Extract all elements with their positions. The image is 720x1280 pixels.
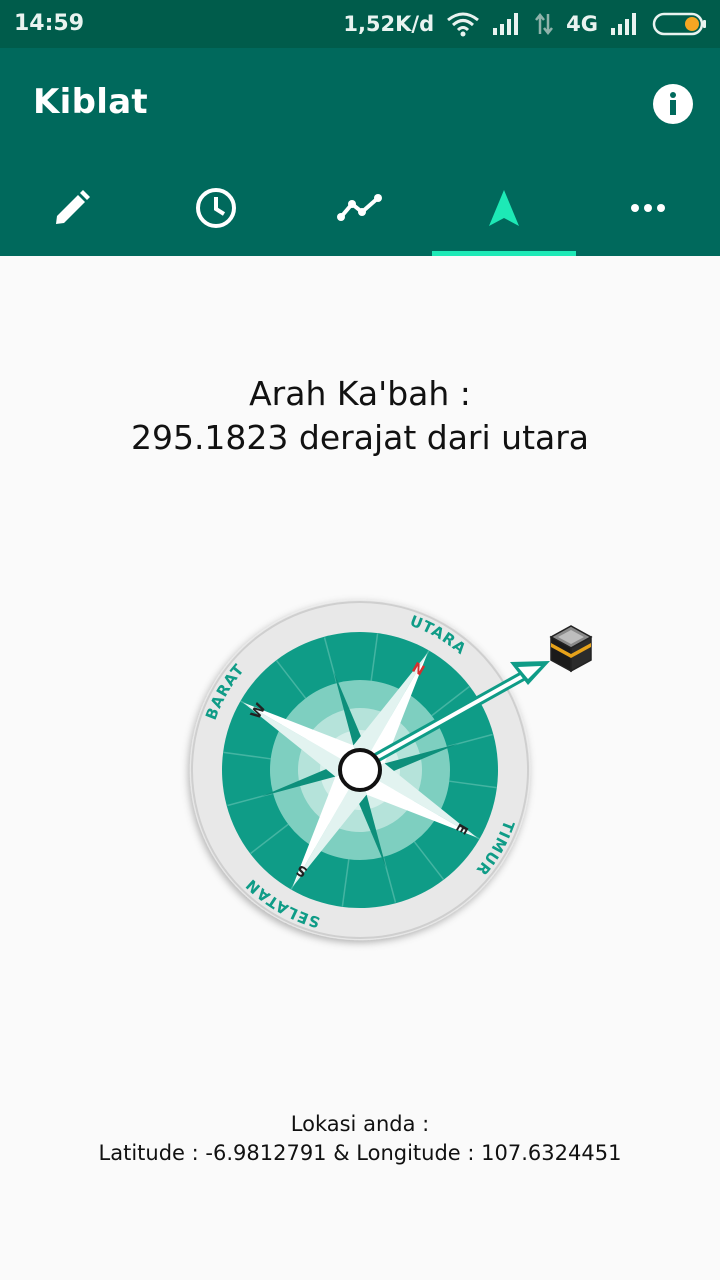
app-title: Kiblat — [33, 82, 148, 122]
tab-edit[interactable] — [0, 160, 144, 256]
tab-chart[interactable] — [288, 160, 432, 256]
kaaba-icon — [549, 625, 593, 673]
trend-line-icon — [337, 194, 382, 221]
clock-icon — [196, 188, 236, 228]
info-icon — [653, 84, 693, 124]
location-label: Lokasi anda : — [290, 1112, 430, 1136]
qibla-compass: N S E W UTARA TIMUR SELATAN BARAT — [170, 580, 610, 960]
qibla-label: Arah Ka'bah : — [249, 374, 471, 413]
tab-bar — [0, 160, 720, 256]
location-info: Lokasi anda : Latitude : -6.9812791 & Lo… — [0, 1110, 720, 1168]
pencil-icon — [56, 190, 90, 224]
compass-pivot — [338, 748, 382, 792]
tab-schedule[interactable] — [144, 160, 288, 256]
info-button[interactable] — [652, 83, 694, 125]
compass-graphic: N S E W UTARA TIMUR SELATAN BARAT — [189, 600, 593, 940]
signal-icon — [610, 12, 640, 36]
qibla-direction: Arah Ka'bah : 295.1823 derajat dari utar… — [0, 372, 720, 460]
selected-tab-indicator — [432, 251, 576, 256]
status-time: 14:59 — [14, 11, 85, 36]
signal-icon — [492, 12, 522, 36]
status-bar: 14:59 1,52K/d 4G — [0, 0, 720, 48]
location-coordinates: Latitude : -6.9812791 & Longitude : 107.… — [98, 1141, 622, 1165]
app-bar: Kiblat — [0, 48, 720, 256]
data-transfer-icon — [534, 12, 554, 36]
navigation-arrow-icon — [489, 190, 519, 226]
status-indicators: 1,52K/d 4G — [343, 8, 708, 40]
network-type: 4G — [566, 12, 598, 36]
tab-qibla[interactable] — [432, 160, 576, 256]
qibla-degrees: 295.1823 derajat dari utara — [130, 418, 590, 457]
wifi-icon — [446, 11, 480, 37]
network-speed: 1,52K/d — [343, 12, 435, 36]
more-horizontal-icon — [631, 204, 665, 212]
battery-icon — [652, 11, 708, 37]
tab-more[interactable] — [576, 160, 720, 256]
